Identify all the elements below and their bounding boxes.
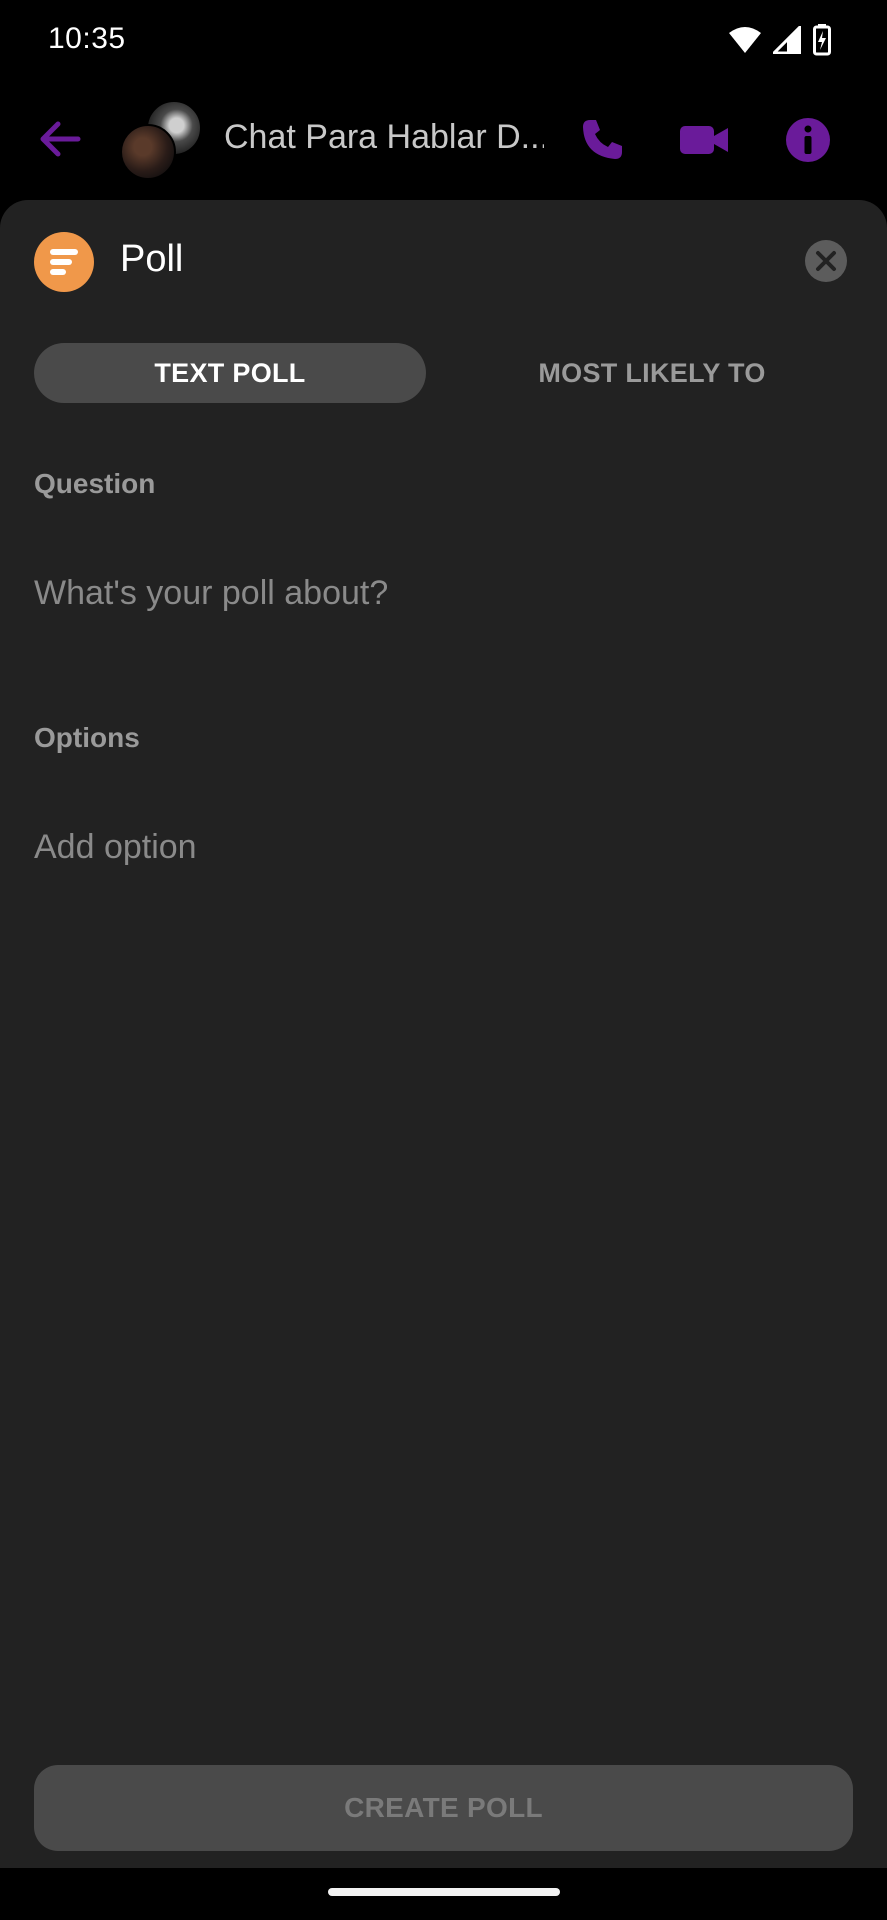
status-time: 10:35 bbox=[48, 22, 126, 55]
avatar bbox=[120, 124, 176, 180]
battery-charging-icon bbox=[813, 24, 831, 56]
poll-type-tabs: TEXT POLL MOST LIKELY TO bbox=[34, 343, 853, 403]
question-input[interactable] bbox=[34, 568, 853, 618]
options-label: Options bbox=[34, 722, 140, 753]
status-bar: 10:35 bbox=[0, 0, 887, 80]
poll-sheet: Poll TEXT POLL MOST LIKELY TO Question O… bbox=[0, 200, 887, 1868]
video-icon[interactable] bbox=[678, 114, 730, 166]
create-poll-button[interactable]: CREATE POLL bbox=[34, 1765, 853, 1851]
tab-most-likely-to[interactable]: MOST LIKELY TO bbox=[456, 343, 848, 403]
group-avatar[interactable] bbox=[118, 100, 208, 190]
chat-title[interactable]: Chat Para Hablar D... bbox=[224, 118, 544, 157]
status-icons bbox=[729, 22, 831, 58]
phone-icon[interactable] bbox=[576, 114, 628, 166]
close-icon[interactable] bbox=[805, 240, 847, 282]
signal-icon bbox=[773, 26, 801, 54]
add-option-input[interactable] bbox=[34, 822, 853, 872]
wifi-icon bbox=[729, 27, 761, 53]
tab-text-poll[interactable]: TEXT POLL bbox=[34, 343, 426, 403]
info-icon[interactable] bbox=[782, 114, 834, 166]
home-indicator[interactable] bbox=[328, 1888, 560, 1896]
chat-header: Chat Para Hablar D... bbox=[0, 80, 887, 200]
back-arrow-icon[interactable] bbox=[34, 114, 84, 164]
sheet-title: Poll bbox=[120, 238, 184, 280]
question-label: Question bbox=[34, 468, 156, 499]
navigation-bar bbox=[0, 1868, 887, 1920]
poll-icon bbox=[34, 232, 94, 292]
